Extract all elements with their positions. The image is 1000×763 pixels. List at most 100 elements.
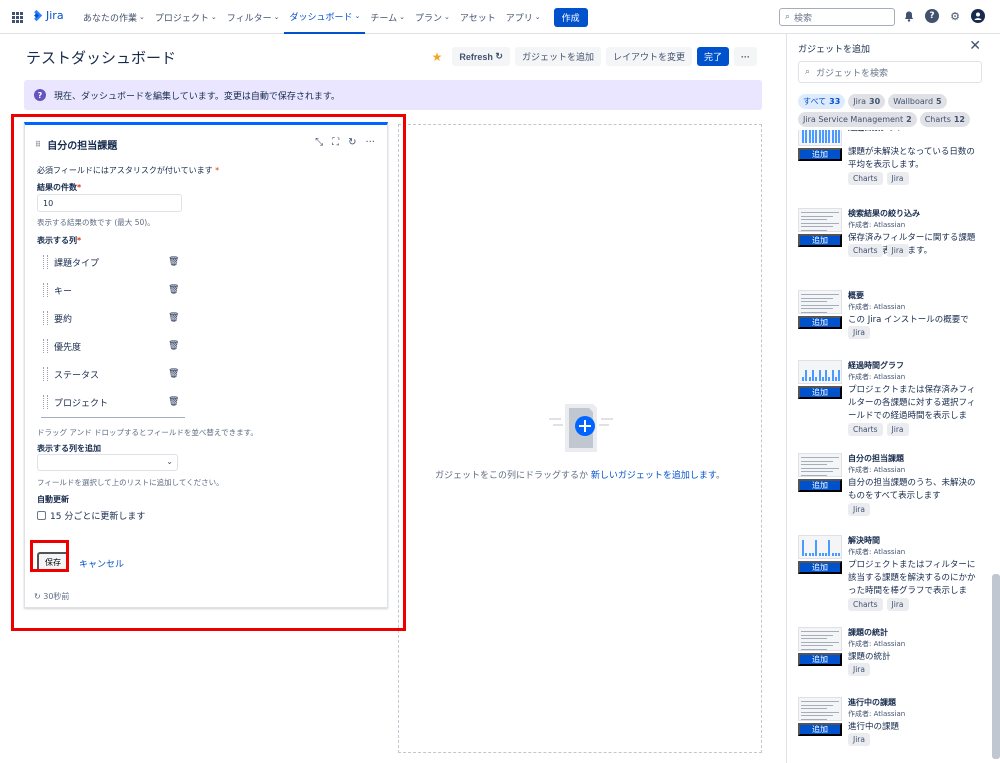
gadget-name: 経過日数グラフ bbox=[848, 130, 904, 133]
gadget-tag[interactable]: Jira bbox=[886, 598, 909, 611]
jira-logo[interactable]: Jira bbox=[30, 9, 64, 22]
app-switcher-icon[interactable] bbox=[12, 12, 23, 23]
filter-count: 30 bbox=[869, 97, 881, 106]
logo-text: Jira bbox=[46, 9, 64, 22]
refresh-icon: ↻ bbox=[495, 51, 503, 61]
add-gadget-item-button[interactable]: 追加 bbox=[798, 234, 842, 247]
add-gadget-item-button[interactable]: 追加 bbox=[798, 148, 842, 161]
page-title: テストダッシュボード bbox=[26, 49, 177, 67]
gadget-thumbnail bbox=[798, 208, 842, 232]
nav-item[interactable]: ダッシュボード ⌄ bbox=[284, 0, 366, 34]
gadget-tag[interactable]: Jira bbox=[848, 663, 870, 676]
gadget-list: 追加経過日数グラフ課題が未解決となっている日数の平均を表示します。ChartsJ… bbox=[787, 130, 991, 763]
gadget-tag[interactable]: Jira bbox=[886, 244, 909, 257]
filter-chip[interactable]: Jira 30 bbox=[848, 94, 886, 109]
nav-item[interactable]: プロジェクト ⌄ bbox=[150, 0, 222, 34]
gadget-author: 作成者: Atlassian bbox=[848, 466, 906, 474]
chevron-down-icon: ⌄ bbox=[354, 12, 361, 20]
panel-scrollbar[interactable] bbox=[992, 574, 1000, 759]
top-navigation: Jira あなたの作業 ⌄ プロジェクト ⌄ フィルター ⌄ ダッシュボード ⌄ チーム ⌄ プラン… bbox=[0, 0, 1000, 34]
gadget-tag[interactable]: Jira bbox=[848, 326, 870, 339]
global-search-input[interactable]: ⌕ 検索 bbox=[779, 8, 895, 26]
gadget-thumbnail bbox=[798, 453, 842, 477]
nav-item[interactable]: あなたの作業 ⌄ bbox=[78, 0, 150, 34]
gadget-name: 進行中の課題 bbox=[848, 698, 896, 707]
nav-item[interactable]: アセット bbox=[455, 0, 501, 34]
filter-label: Jira Service Management bbox=[803, 115, 904, 124]
more-button[interactable]: ··· bbox=[734, 47, 757, 66]
gadget-tag[interactable]: Jira bbox=[886, 172, 909, 185]
gadget-name: 概要 bbox=[848, 291, 864, 300]
refresh-button[interactable]: Refresh ↻ bbox=[452, 47, 510, 66]
nav-item[interactable]: フィルター ⌄ bbox=[222, 0, 285, 34]
dashboard-main: テストダッシュボード ★ Refresh ↻ ガジェットを追加 レイアウトを変更… bbox=[0, 34, 785, 763]
add-gadget-item-button[interactable]: 追加 bbox=[798, 386, 842, 399]
chevron-down-icon: ⌄ bbox=[139, 13, 145, 21]
gadget-tags: Charts Jira bbox=[848, 244, 909, 257]
done-button[interactable]: 完了 bbox=[696, 47, 729, 66]
nav-item[interactable]: チーム ⌄ bbox=[365, 0, 410, 34]
nav-item-label: チーム bbox=[370, 13, 398, 24]
filter-chip[interactable]: Wallboard 5 bbox=[888, 94, 947, 109]
gadget-search-input[interactable]: ⌕ ガジェットを検索 bbox=[798, 61, 982, 83]
filter-label: Charts bbox=[924, 115, 951, 124]
add-gadget-item-button[interactable]: 追加 bbox=[798, 561, 842, 574]
close-icon[interactable]: ✕ bbox=[969, 38, 981, 54]
nav-item-label: プラン bbox=[414, 13, 442, 24]
gadget-name: 課題の統計 bbox=[848, 628, 888, 637]
gadget-tag[interactable]: Charts bbox=[848, 423, 883, 436]
gadget-author: 作成者: Atlassian bbox=[848, 548, 906, 556]
gadget-thumbnail bbox=[798, 130, 842, 146]
gadget-name: 解決時間 bbox=[848, 536, 880, 545]
gadget-tag[interactable]: Jira bbox=[848, 733, 870, 746]
add-gadget-item-button[interactable]: 追加 bbox=[798, 723, 842, 736]
gadget-name: 経過時間グラフ bbox=[848, 361, 904, 370]
chevron-down-icon: ⌄ bbox=[273, 13, 280, 21]
gadget-tag[interactable]: Charts bbox=[848, 598, 883, 611]
gadget-author: 作成者: Atlassian bbox=[848, 373, 906, 381]
gadget-thumbnail bbox=[798, 290, 842, 314]
jira-logo-icon bbox=[34, 9, 43, 22]
filter-count: 5 bbox=[936, 97, 942, 106]
filter-chip[interactable]: Charts 12 bbox=[919, 112, 970, 127]
gadget-description: 課題が未解決となっている日数の平均を表示します。 bbox=[848, 147, 975, 170]
profile-avatar-icon[interactable] bbox=[971, 9, 985, 23]
drop-zone-text: ガジェットをこの列にドラッグするか 新しいガジェットを追加します。 bbox=[399, 468, 761, 481]
nav-item[interactable]: プラン ⌄ bbox=[410, 0, 455, 34]
add-gadget-item-button[interactable]: 追加 bbox=[798, 479, 842, 492]
gadget-tag[interactable]: Charts bbox=[848, 244, 883, 257]
star-icon[interactable]: ★ bbox=[432, 50, 443, 64]
gadget-tags: Charts Jira bbox=[848, 423, 909, 436]
add-new-gadget-link[interactable]: 新しいガジェットを追加します bbox=[591, 471, 716, 481]
gadget-tag[interactable]: Jira bbox=[886, 423, 909, 436]
notifications-icon[interactable] bbox=[902, 9, 916, 23]
settings-gear-icon[interactable]: ⚙ bbox=[948, 9, 962, 23]
highlight-frame bbox=[11, 114, 406, 631]
panel-title: ガジェットを追加 bbox=[798, 45, 871, 55]
gadget-tags: Charts Jira bbox=[848, 598, 909, 611]
nav-menu: あなたの作業 ⌄ プロジェクト ⌄ フィルター ⌄ ダッシュボード ⌄ チーム ⌄ プラン ⌄ アセット… bbox=[78, 0, 588, 34]
add-gadget-item-button[interactable]: 追加 bbox=[798, 316, 842, 329]
filter-chip[interactable]: すべて 33 bbox=[798, 94, 846, 109]
add-gadget-button[interactable]: ガジェットを追加 bbox=[514, 47, 601, 66]
question-icon: ? bbox=[34, 89, 46, 101]
dashboard-toolbar: ★ Refresh ↻ ガジェットを追加 レイアウトを変更 完了 ··· bbox=[432, 47, 757, 66]
gadget-author: 作成者: Atlassian bbox=[848, 221, 906, 229]
help-icon[interactable]: ? bbox=[925, 9, 939, 23]
add-gadget-item-button[interactable]: 追加 bbox=[798, 653, 842, 666]
change-layout-button[interactable]: レイアウトを変更 bbox=[605, 47, 692, 66]
nav-item-label: アプリ bbox=[505, 13, 533, 24]
gadget-tag[interactable]: Jira bbox=[848, 503, 870, 516]
filter-label: すべて bbox=[803, 97, 827, 106]
category-filters: すべて 33 Jira 30 Wallboard 5 Jira Service Manage… bbox=[798, 94, 993, 127]
create-button[interactable]: 作成 bbox=[553, 7, 588, 27]
gadget-tag[interactable]: Charts bbox=[848, 172, 883, 185]
edit-mode-banner: ? 現在、ダッシュボードを編集しています。変更は自動で保存されます。 bbox=[24, 80, 762, 110]
chevron-down-icon: ⌄ bbox=[210, 13, 217, 21]
nav-item[interactable]: アプリ ⌄ bbox=[501, 0, 546, 34]
filter-label: Wallboard bbox=[893, 97, 934, 106]
filter-chip[interactable]: Jira Service Management 2 bbox=[798, 112, 917, 127]
nav-item-label: アセット bbox=[459, 13, 496, 24]
gadget-drop-zone[interactable]: ガジェットをこの列にドラッグするか 新しいガジェットを追加します。 bbox=[398, 124, 762, 753]
gadget-name: 自分の担当課題 bbox=[848, 454, 904, 463]
